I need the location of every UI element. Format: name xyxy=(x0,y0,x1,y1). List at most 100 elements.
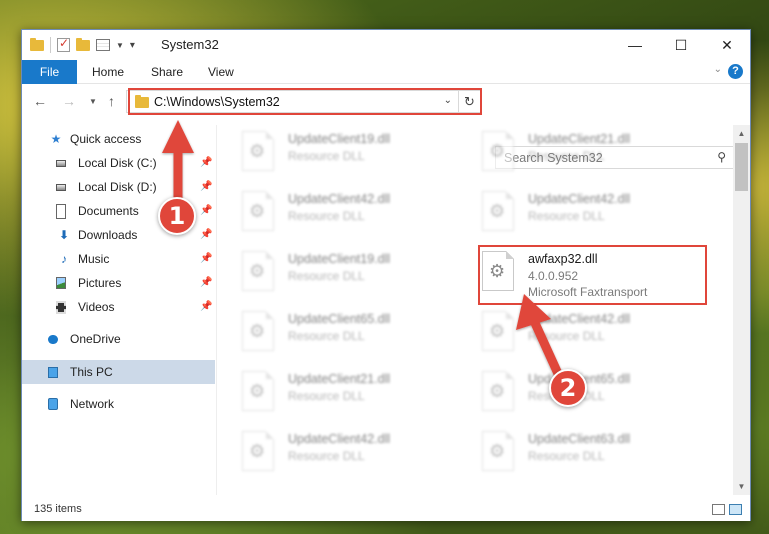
dll-file-icon xyxy=(242,431,274,471)
back-arrow-icon[interactable]: ← xyxy=(33,93,47,109)
dll-file-icon xyxy=(482,311,514,351)
sidebar-item-local-disk-d[interactable]: Local Disk (D:) xyxy=(56,176,157,198)
file-type: Resource DLL xyxy=(528,329,605,343)
tiles-view-icon[interactable] xyxy=(729,504,742,515)
explorer-window: ▼ ▾ System32 — ☐ ✕ File Home Share View … xyxy=(21,29,751,521)
sidebar-item-label: Quick access xyxy=(70,132,142,146)
up-arrow-icon[interactable]: ↑ xyxy=(108,93,115,109)
file-type: Resource DLL xyxy=(528,209,605,223)
dll-file-icon xyxy=(242,131,274,171)
tab-file[interactable]: File xyxy=(22,60,77,84)
list-item[interactable]: UpdateClient42.dll Resource DLL xyxy=(458,185,688,239)
dll-file-icon xyxy=(242,191,274,231)
view-toggle xyxy=(712,504,742,515)
file-name: UpdateClient19.dll xyxy=(288,132,391,146)
close-button[interactable]: ✕ xyxy=(704,30,750,60)
dll-file-icon xyxy=(482,371,514,411)
file-type: Resource DLL xyxy=(288,209,365,223)
documents-icon xyxy=(56,203,66,219)
tab-view[interactable]: View xyxy=(194,60,248,84)
onedrive-icon xyxy=(48,334,58,344)
vertical-scrollbar[interactable]: ▲ ▼ xyxy=(733,125,750,495)
sidebar-item-downloads[interactable]: ⬇ Downloads xyxy=(56,224,137,246)
pin-icon[interactable]: 📌 xyxy=(200,296,212,318)
downloads-icon: ⬇ xyxy=(58,228,70,242)
dll-file-icon xyxy=(482,131,514,171)
recent-locations-chevron-icon[interactable]: ▼ xyxy=(89,97,97,106)
file-name: UpdateClient21.dll xyxy=(288,372,391,386)
expand-ribbon-icon[interactable]: ⌄ xyxy=(714,64,722,75)
dll-file-icon xyxy=(482,431,514,471)
file-type: Resource DLL xyxy=(528,149,605,163)
pin-icon[interactable]: 📌 xyxy=(200,248,212,270)
sidebar-item-label: Pictures xyxy=(78,276,122,290)
dll-file-icon xyxy=(482,191,514,231)
sidebar-item-pictures[interactable]: Pictures xyxy=(56,272,121,294)
file-name: UpdateClient65.dll xyxy=(288,312,391,326)
pin-icon[interactable]: 📌 xyxy=(200,224,212,246)
properties-checklist-icon[interactable] xyxy=(57,36,70,52)
dll-file-icon xyxy=(242,311,274,351)
title-bar: ▼ ▾ System32 — ☐ ✕ xyxy=(22,30,750,60)
sidebar-item-label: OneDrive xyxy=(70,332,121,346)
star-icon: ★ xyxy=(50,132,62,146)
drive-icon xyxy=(56,183,66,191)
sidebar-item-documents[interactable]: Documents xyxy=(56,200,139,222)
sidebar-item-videos[interactable]: Videos xyxy=(56,296,114,318)
pin-icon[interactable]: 📌 xyxy=(200,176,212,198)
sidebar-item-label: Local Disk (C:) xyxy=(78,156,157,170)
details-view-icon[interactable] xyxy=(712,504,725,515)
list-item[interactable]: UpdateClient63.dll Resource DLL xyxy=(458,425,688,479)
list-item[interactable]: UpdateClient19.dll Resource DLL xyxy=(218,125,448,179)
scroll-thumb[interactable] xyxy=(735,143,748,191)
dll-file-icon xyxy=(242,371,274,411)
pin-icon[interactable]: 📌 xyxy=(200,272,212,294)
scroll-down-icon[interactable]: ▼ xyxy=(733,478,750,495)
file-name: UpdateClient63.dll xyxy=(528,432,631,446)
new-folder-icon[interactable] xyxy=(76,37,90,51)
drive-icon xyxy=(56,159,66,167)
sidebar-item-onedrive[interactable]: OneDrive xyxy=(48,328,121,350)
file-name: UpdateClient42.dll xyxy=(288,432,391,446)
quick-access-toolbar: ▼ ▾ xyxy=(30,36,135,53)
music-icon: ♪ xyxy=(61,252,67,266)
forward-arrow-icon[interactable]: → xyxy=(62,93,76,109)
list-item[interactable]: UpdateClient21.dll Resource DLL xyxy=(458,125,688,179)
toolbar-divider xyxy=(50,37,51,53)
pin-icon[interactable]: 📌 xyxy=(200,152,212,174)
item-count: 135 items xyxy=(34,503,82,515)
scroll-up-icon[interactable]: ▲ xyxy=(733,125,750,142)
list-item[interactable]: UpdateClient42.dll Resource DLL xyxy=(458,305,688,359)
network-icon xyxy=(48,398,58,410)
sidebar-item-label: Local Disk (D:) xyxy=(78,180,157,194)
help-icon[interactable]: ? xyxy=(728,64,743,79)
rename-icon[interactable] xyxy=(96,39,110,51)
list-item[interactable]: UpdateClient42.dll Resource DLL xyxy=(218,185,448,239)
sidebar-item-quick-access[interactable]: ★ Quick access xyxy=(48,128,142,150)
maximize-button[interactable]: ☐ xyxy=(658,30,704,60)
sidebar-item-this-pc[interactable]: This PC xyxy=(48,361,113,383)
tab-home[interactable]: Home xyxy=(78,60,138,84)
list-item[interactable]: UpdateClient21.dll Resource DLL xyxy=(218,365,448,419)
file-list: UpdateClient19.dll Resource DLL UpdateCl… xyxy=(218,125,733,495)
step-badge-1: 1 xyxy=(158,197,196,235)
step-badge-2: 2 xyxy=(549,369,587,407)
list-item[interactable]: UpdateClient65.dll Resource DLL xyxy=(218,305,448,359)
file-type: Resource DLL xyxy=(288,269,365,283)
pictures-icon xyxy=(56,277,66,289)
list-item[interactable]: UpdateClient42.dll Resource DLL xyxy=(218,425,448,479)
sidebar-item-music[interactable]: ♪ Music xyxy=(56,248,109,270)
minimize-button[interactable]: — xyxy=(612,30,658,60)
file-name: UpdateClient21.dll xyxy=(528,132,631,146)
sidebar-item-local-disk-c[interactable]: Local Disk (C:) xyxy=(56,152,157,174)
videos-icon xyxy=(56,300,66,314)
file-type: Resource DLL xyxy=(288,329,365,343)
customize-toolbar-icon[interactable]: ▾ xyxy=(130,40,135,51)
list-item[interactable]: UpdateClient19.dll Resource DLL xyxy=(218,245,448,299)
chevron-down-icon[interactable]: ▼ xyxy=(116,41,124,50)
tab-share[interactable]: Share xyxy=(137,60,197,84)
sidebar-item-network[interactable]: Network xyxy=(48,393,114,415)
file-type: Resource DLL xyxy=(288,449,365,463)
pin-icon[interactable]: 📌 xyxy=(200,200,212,222)
sidebar-item-label: Music xyxy=(78,252,110,266)
